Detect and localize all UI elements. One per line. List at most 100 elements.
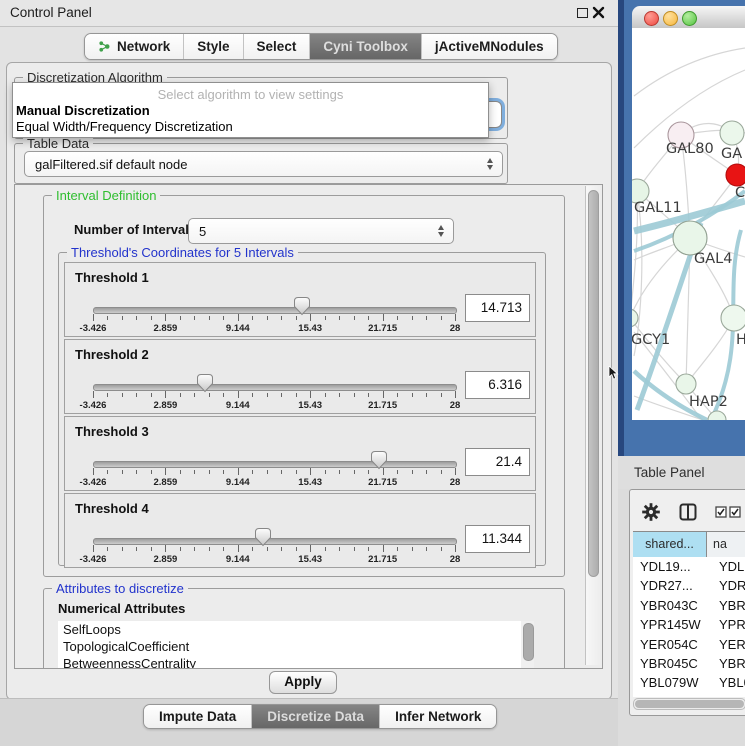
table-row[interactable]: YBR045CYBR0: [633, 654, 745, 673]
slider-track[interactable]: [93, 538, 457, 545]
threshold-value-field[interactable]: 6.316: [465, 371, 530, 399]
zoom-traffic-light[interactable]: [682, 11, 697, 26]
tick-label: 2.859: [142, 400, 188, 411]
tab-cyni-toolbox[interactable]: Cyni Toolbox: [309, 34, 421, 59]
threshold-value-field[interactable]: 11.344: [465, 525, 530, 553]
float-window-icon[interactable]: [577, 8, 588, 18]
slider-tick: [441, 393, 442, 397]
algorithm-option[interactable]: Equal Width/Frequency Discretization: [13, 119, 488, 134]
slider-tick: [441, 547, 442, 551]
attribute-item[interactable]: SelfLoops: [58, 621, 521, 638]
network-canvas[interactable]: GAL80GACGAL11GAL4GCY1HHAP2: [632, 28, 745, 420]
slider-tick: [397, 316, 398, 320]
tick-label: 21.715: [360, 477, 406, 488]
slider-thumb[interactable]: [254, 527, 272, 547]
checkbox-icon[interactable]: [729, 506, 741, 518]
cell-name: YBR0: [713, 596, 745, 615]
settings-scrollbar-thumb[interactable]: [588, 190, 599, 577]
settings-scrollbar[interactable]: [585, 186, 600, 665]
slider-tick: [426, 470, 427, 474]
cell-name: YER0: [713, 635, 745, 654]
slider-thumb[interactable]: [293, 296, 311, 316]
threshold-value-field[interactable]: 21.4: [465, 448, 530, 476]
table-header-shared[interactable]: shared...: [633, 532, 707, 557]
tick-label: -3.426: [70, 477, 116, 488]
slider-track[interactable]: [93, 307, 457, 314]
tab-select[interactable]: Select: [243, 34, 310, 59]
slider-track[interactable]: [93, 461, 457, 468]
slider-tick: [354, 316, 355, 320]
attribute-item[interactable]: BetweennessCentrality: [58, 655, 521, 669]
top-tab-bar: NetworkStyleSelectCyni ToolboxjActiveMNo…: [84, 33, 558, 60]
table-header-name[interactable]: na: [707, 532, 745, 557]
table-data-selected: galFiltered.sif default node: [35, 157, 187, 172]
tab-network[interactable]: Network: [85, 34, 183, 59]
table-row[interactable]: YER054CYER0: [633, 635, 745, 654]
slider-tick: [455, 468, 456, 475]
slider-tick: [339, 470, 340, 474]
close-icon[interactable]: [592, 6, 605, 19]
interval-definition-group: Interval Definition Number of Intervals …: [43, 195, 565, 577]
network-node[interactable]: [673, 221, 707, 255]
attribute-item[interactable]: TopologicalCoefficient: [58, 638, 521, 655]
slider-tick: [223, 316, 224, 320]
network-node[interactable]: [676, 374, 696, 394]
checkbox-icon[interactable]: [715, 506, 727, 518]
table-header-row: shared... na: [633, 531, 745, 558]
slider-tick: [122, 393, 123, 397]
network-node[interactable]: [721, 305, 745, 331]
table-row[interactable]: YLR345WYLR3: [633, 693, 745, 697]
network-node-label: GA: [721, 146, 742, 162]
slider-tick: [455, 314, 456, 321]
table-row[interactable]: YPR145WYPR1: [633, 615, 745, 634]
threshold-value-field[interactable]: 14.713: [465, 294, 530, 322]
table-hscrollbar[interactable]: [633, 698, 745, 710]
tab-impute-data[interactable]: Impute Data: [144, 705, 251, 728]
slider-track[interactable]: [93, 384, 457, 391]
slider-thumb[interactable]: [370, 450, 388, 470]
algorithm-option[interactable]: Manual Discretization: [13, 103, 488, 118]
cell-name: YBR0: [713, 654, 745, 673]
cell-name: YLR3: [713, 693, 745, 697]
numerical-attributes-label: Numerical Attributes: [58, 601, 185, 616]
network-edge[interactable]: [634, 48, 745, 96]
slider-tick: [165, 545, 166, 552]
numerical-attributes-list: SelfLoopsTopologicalCoefficientBetweenne…: [58, 621, 521, 669]
table-row[interactable]: YBR043CYBR0: [633, 596, 745, 615]
slider-tick: [441, 470, 442, 474]
tick-label: 9.144: [215, 477, 261, 488]
tab-infer-network[interactable]: Infer Network: [379, 705, 496, 728]
threshold-row-2: Threshold 2-3.4262.8599.14415.4321.71528…: [64, 339, 536, 414]
slider-tick: [180, 393, 181, 397]
slider-tick: [122, 470, 123, 474]
table-hscrollbar-thumb[interactable]: [635, 700, 744, 708]
slider-thumb[interactable]: [196, 373, 214, 393]
tab-jactivemnodules[interactable]: jActiveMNodules: [421, 34, 557, 59]
close-traffic-light[interactable]: [644, 11, 659, 26]
number-of-intervals-spinner[interactable]: 5: [188, 218, 454, 244]
table-row[interactable]: YBL079WYBL0: [633, 673, 745, 692]
table-row[interactable]: YDR27...YDR2: [633, 576, 745, 595]
network-node-label: GAL11: [634, 200, 682, 216]
table-data-combobox[interactable]: galFiltered.sif default node: [24, 151, 503, 177]
tick-label: 28: [432, 477, 478, 488]
network-node[interactable]: [632, 309, 638, 327]
panel-title: Control Panel: [10, 5, 92, 20]
tick-label: 9.144: [215, 400, 261, 411]
network-node[interactable]: [726, 164, 745, 186]
table-row[interactable]: YDL19...YDL1: [633, 557, 745, 576]
slider-tick: [426, 316, 427, 320]
network-node-label: GAL80: [666, 141, 714, 157]
minimize-traffic-light[interactable]: [663, 11, 678, 26]
split-columns-icon[interactable]: [679, 503, 697, 521]
tick-label: 21.715: [360, 400, 406, 411]
attributes-scrollbar[interactable]: [521, 621, 534, 669]
tab-discretize-data[interactable]: Discretize Data: [251, 705, 379, 728]
gear-icon[interactable]: [641, 502, 661, 522]
apply-button[interactable]: Apply: [269, 671, 337, 694]
network-node[interactable]: [720, 121, 744, 145]
algorithm-dropdown-popup: Select algorithm to view settings Manual…: [12, 82, 489, 138]
slider-tick: [252, 393, 253, 397]
tab-style[interactable]: Style: [183, 34, 242, 59]
slider-tick: [252, 470, 253, 474]
